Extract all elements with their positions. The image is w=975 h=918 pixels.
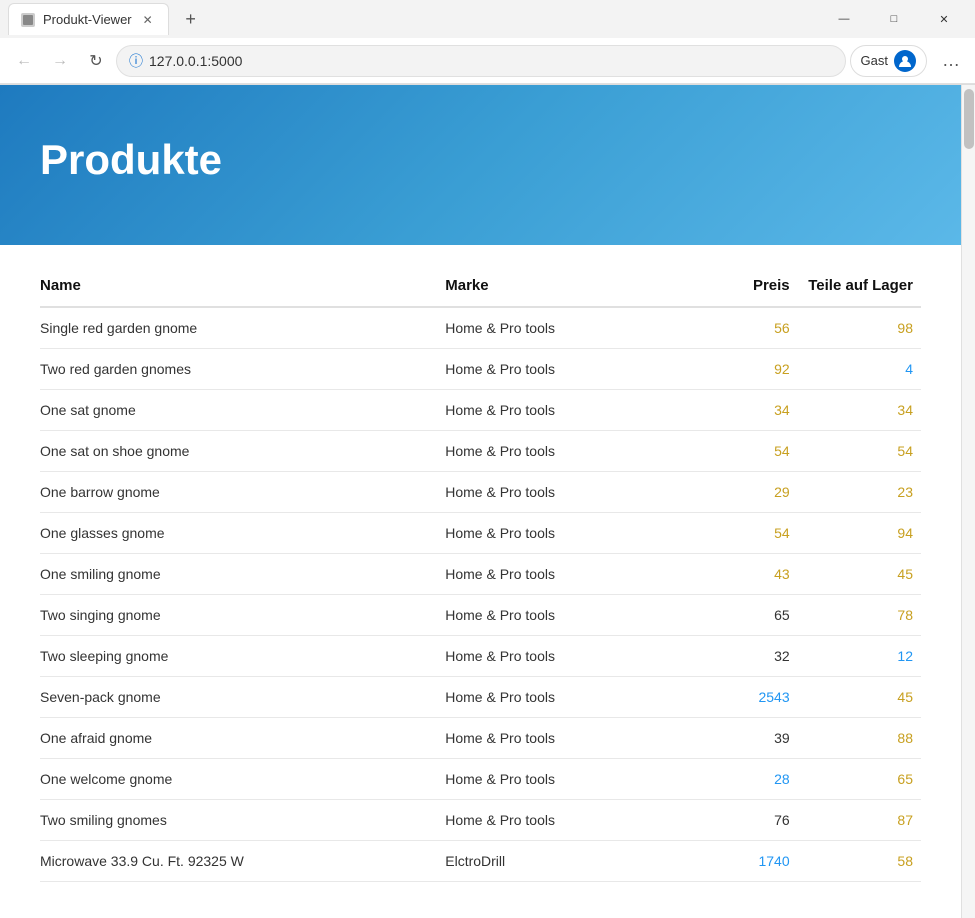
user-avatar xyxy=(894,50,916,72)
products-section: Name Marke Preis Teile auf Lager Single … xyxy=(0,245,961,902)
scrollbar[interactable] xyxy=(961,85,975,918)
page-title: Produkte xyxy=(40,136,222,184)
product-stock: 65 xyxy=(798,759,921,800)
product-name: Two sleeping gnome xyxy=(40,636,445,677)
product-stock: 4 xyxy=(798,349,921,390)
product-name: Two smiling gnomes xyxy=(40,800,445,841)
product-price: 92 xyxy=(692,349,798,390)
product-brand: Home & Pro tools xyxy=(445,472,692,513)
product-name: One glasses gnome xyxy=(40,513,445,554)
column-header-price: Preis xyxy=(692,265,798,307)
product-name: One welcome gnome xyxy=(40,759,445,800)
product-price: 34 xyxy=(692,390,798,431)
table-row: Two red garden gnomes Home & Pro tools 9… xyxy=(40,349,921,390)
product-price: 29 xyxy=(692,472,798,513)
table-row: Two smiling gnomes Home & Pro tools 76 8… xyxy=(40,800,921,841)
info-icon: ⓘ xyxy=(129,51,143,71)
product-price: 76 xyxy=(692,800,798,841)
product-price: 39 xyxy=(692,718,798,759)
table-row: One afraid gnome Home & Pro tools 39 88 xyxy=(40,718,921,759)
refresh-button[interactable]: ↻ xyxy=(80,45,112,77)
forward-button[interactable]: → xyxy=(44,45,76,77)
table-row: Seven-pack gnome Home & Pro tools 2543 4… xyxy=(40,677,921,718)
products-table: Name Marke Preis Teile auf Lager Single … xyxy=(40,265,921,882)
table-row: Two sleeping gnome Home & Pro tools 32 1… xyxy=(40,636,921,677)
product-stock: 88 xyxy=(798,718,921,759)
product-brand: ElctroDrill xyxy=(445,841,692,882)
column-header-stock: Teile auf Lager xyxy=(798,265,921,307)
tab-favicon xyxy=(21,13,35,27)
product-name: One sat on shoe gnome xyxy=(40,431,445,472)
product-name: One afraid gnome xyxy=(40,718,445,759)
product-stock: 23 xyxy=(798,472,921,513)
product-name: One smiling gnome xyxy=(40,554,445,595)
table-row: One welcome gnome Home & Pro tools 28 65 xyxy=(40,759,921,800)
product-stock: 98 xyxy=(798,307,921,349)
minimize-button[interactable]: — xyxy=(821,3,867,35)
product-brand: Home & Pro tools xyxy=(445,431,692,472)
product-brand: Home & Pro tools xyxy=(445,800,692,841)
product-stock: 58 xyxy=(798,841,921,882)
table-row: One barrow gnome Home & Pro tools 29 23 xyxy=(40,472,921,513)
product-stock: 45 xyxy=(798,677,921,718)
product-name: One barrow gnome xyxy=(40,472,445,513)
product-brand: Home & Pro tools xyxy=(445,513,692,554)
product-price: 54 xyxy=(692,513,798,554)
product-price: 43 xyxy=(692,554,798,595)
product-brand: Home & Pro tools xyxy=(445,677,692,718)
product-stock: 87 xyxy=(798,800,921,841)
more-options-button[interactable]: … xyxy=(935,45,967,77)
product-name: Two singing gnome xyxy=(40,595,445,636)
product-brand: Home & Pro tools xyxy=(445,554,692,595)
table-row: One sat on shoe gnome Home & Pro tools 5… xyxy=(40,431,921,472)
product-name: Seven-pack gnome xyxy=(40,677,445,718)
product-price: 1740 xyxy=(692,841,798,882)
user-label: Gast xyxy=(861,53,888,68)
table-row: Two singing gnome Home & Pro tools 65 78 xyxy=(40,595,921,636)
tab-close-button[interactable]: ✕ xyxy=(140,12,156,28)
product-stock: 54 xyxy=(798,431,921,472)
product-price: 54 xyxy=(692,431,798,472)
product-brand: Home & Pro tools xyxy=(445,390,692,431)
product-brand: Home & Pro tools xyxy=(445,636,692,677)
product-name: Two red garden gnomes xyxy=(40,349,445,390)
product-stock: 45 xyxy=(798,554,921,595)
table-row: Single red garden gnome Home & Pro tools… xyxy=(40,307,921,349)
product-name: One sat gnome xyxy=(40,390,445,431)
table-row: One smiling gnome Home & Pro tools 43 45 xyxy=(40,554,921,595)
scrollbar-thumb[interactable] xyxy=(964,89,974,149)
product-stock: 34 xyxy=(798,390,921,431)
user-button[interactable]: Gast xyxy=(850,45,927,77)
column-header-name: Name xyxy=(40,265,445,307)
browser-tab[interactable]: Produkt-Viewer ✕ xyxy=(8,3,169,35)
url-text: 127.0.0.1:5000 xyxy=(149,53,833,69)
product-brand: Home & Pro tools xyxy=(445,759,692,800)
table-row: Microwave 33.9 Cu. Ft. 92325 W ElctroDri… xyxy=(40,841,921,882)
close-button[interactable]: ✕ xyxy=(921,3,967,35)
column-header-brand: Marke xyxy=(445,265,692,307)
table-row: One glasses gnome Home & Pro tools 54 94 xyxy=(40,513,921,554)
back-button[interactable]: ← xyxy=(8,45,40,77)
address-bar[interactable]: ⓘ 127.0.0.1:5000 xyxy=(116,45,846,77)
product-brand: Home & Pro tools xyxy=(445,307,692,349)
product-brand: Home & Pro tools xyxy=(445,595,692,636)
new-tab-button[interactable]: + xyxy=(177,5,205,33)
product-price: 65 xyxy=(692,595,798,636)
product-stock: 78 xyxy=(798,595,921,636)
product-stock: 94 xyxy=(798,513,921,554)
product-price: 2543 xyxy=(692,677,798,718)
table-row: One sat gnome Home & Pro tools 34 34 xyxy=(40,390,921,431)
product-price: 28 xyxy=(692,759,798,800)
product-price: 32 xyxy=(692,636,798,677)
product-name: Single red garden gnome xyxy=(40,307,445,349)
maximize-button[interactable]: □ xyxy=(871,3,917,35)
product-name: Microwave 33.9 Cu. Ft. 92325 W xyxy=(40,841,445,882)
product-price: 56 xyxy=(692,307,798,349)
tab-title: Produkt-Viewer xyxy=(43,12,132,27)
product-brand: Home & Pro tools xyxy=(445,349,692,390)
product-brand: Home & Pro tools xyxy=(445,718,692,759)
product-stock: 12 xyxy=(798,636,921,677)
hero-banner: Produkte xyxy=(0,85,961,245)
